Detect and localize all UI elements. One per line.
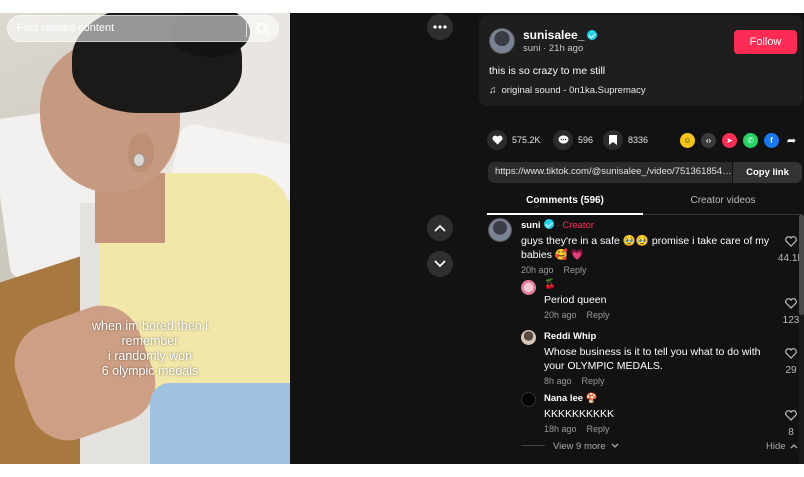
heart-outline-icon <box>785 236 797 247</box>
author-info-card: sunisalee_ suni · 21h ago Follow this is… <box>479 15 803 106</box>
search-input[interactable] <box>17 22 237 34</box>
tab-creator-videos[interactable]: Creator videos <box>645 189 801 215</box>
comment-author-name: suni <box>521 220 541 231</box>
reply-button[interactable]: Reply <box>564 265 587 275</box>
comment-avatar[interactable] <box>488 218 512 242</box>
caption-line: when im bored then i <box>91 319 209 333</box>
creator-badge: · Creator <box>556 220 595 231</box>
chevron-down-icon <box>611 443 619 448</box>
reply-item: 🍒 Period queen 20h ago Reply <box>544 279 774 320</box>
related-search-bar[interactable] <box>7 15 279 42</box>
chevron-up-icon <box>790 444 798 449</box>
reply-text: KKKKKKKKKK <box>544 408 615 420</box>
caption-line: 6 olympic medals <box>101 364 199 378</box>
video-scene-earring <box>133 153 145 167</box>
comment-author[interactable]: suni · Creator <box>521 219 771 231</box>
comment-item: suni · Creator guys they're in a safe 🥹🥹 … <box>521 219 771 275</box>
like-action[interactable]: 575.2K <box>487 130 541 150</box>
more-options-button[interactable] <box>427 14 453 40</box>
whatsapp-icon[interactable]: ✆ <box>743 133 758 148</box>
reply-meta: 18h ago Reply <box>544 424 774 434</box>
app-frame: when im bored then i remember i randomly… <box>0 13 804 464</box>
heart-icon <box>487 130 507 150</box>
share-link-box: https://www.tiktok.com/@sunisalee_/video… <box>488 162 802 183</box>
verified-icon <box>543 219 554 229</box>
comment-count: 596 <box>578 135 594 145</box>
thread-divider <box>521 445 545 446</box>
reply-button[interactable]: Reply <box>587 424 610 434</box>
author-username[interactable]: sunisalee_ <box>523 28 598 42</box>
search-button[interactable] <box>252 19 274 39</box>
embed-icon[interactable]: ‹› <box>701 133 716 148</box>
reply-time: 20h ago <box>544 310 577 320</box>
author-username-text: sunisalee_ <box>523 28 585 42</box>
reply-avatar[interactable] <box>521 392 536 407</box>
comment-time: 20h ago <box>521 265 554 275</box>
chevron-up-icon <box>434 224 446 232</box>
reply-time: 18h ago <box>544 424 577 434</box>
save-action[interactable]: 8336 <box>603 130 648 150</box>
previous-video-button[interactable] <box>427 215 453 241</box>
reply-button[interactable]: Reply <box>582 376 605 386</box>
sound-name: original sound - 0n1ka.Supremacy <box>501 85 646 96</box>
like-count: 575.2K <box>512 135 541 145</box>
reply-author[interactable]: 🍒 <box>544 279 774 290</box>
reply-time: 8h ago <box>544 376 572 386</box>
comment-meta: 20h ago Reply <box>521 265 771 275</box>
copy-link-button[interactable]: Copy link <box>732 162 802 183</box>
verified-icon <box>587 30 598 40</box>
video-caption: when im bored then i remember i randomly… <box>60 319 240 379</box>
comment-action[interactable]: 596 <box>553 130 593 150</box>
reply-item: Nana lee 🍄 KKKKKKKKKK 18h ago Reply <box>544 393 774 434</box>
reply-meta: 8h ago Reply <box>544 376 774 386</box>
post-age: 21h ago <box>548 43 584 54</box>
view-more-label: View 9 more <box>553 441 606 452</box>
comment-text: guys they're in a safe 🥹🥹 promise i take… <box>521 235 770 261</box>
more-dots-icon <box>433 25 447 29</box>
author-avatar[interactable] <box>489 28 515 54</box>
caption-line: i randomly won <box>107 349 193 363</box>
save-count: 8336 <box>628 135 649 145</box>
hide-replies-button[interactable]: Hide <box>766 441 798 452</box>
reply-author[interactable]: Nana lee 🍄 <box>544 393 774 404</box>
heart-outline-icon <box>785 348 797 359</box>
search-divider <box>246 22 247 37</box>
action-bar: 575.2K 596 8336 ☺ ‹› ➤ ✆ f ➦ <box>487 130 803 152</box>
heart-outline-icon <box>785 410 797 421</box>
reply-button[interactable]: Reply <box>587 310 610 320</box>
reply-author[interactable]: Reddi Whip <box>544 331 774 342</box>
author-subline: suni · 21h ago <box>523 43 584 54</box>
tab-comments[interactable]: Comments (596) <box>487 189 643 215</box>
comments-scrollbar[interactable] <box>799 215 804 464</box>
reply-avatar[interactable] <box>521 330 536 345</box>
next-video-button[interactable] <box>427 251 453 277</box>
hide-label: Hide <box>766 441 786 452</box>
share-more-icon[interactable]: ➦ <box>784 133 799 148</box>
view-more-replies-button[interactable]: View 9 more <box>521 441 619 452</box>
heart-outline-icon <box>785 298 797 309</box>
music-note-icon: ♫ <box>489 85 497 96</box>
video-description: this is so crazy to me still <box>489 65 606 77</box>
reply-avatar[interactable] <box>521 280 536 295</box>
share-link-text[interactable]: https://www.tiktok.com/@sunisalee_/video… <box>495 166 733 177</box>
caption-line: remember <box>121 334 179 348</box>
repost-icon[interactable]: ☺ <box>680 133 695 148</box>
bookmark-icon <box>603 130 623 150</box>
reply-text: Period queen <box>544 294 607 306</box>
author-display-name: suni <box>523 43 541 54</box>
reply-item: Reddi Whip Whose business is it to tell … <box>544 331 774 386</box>
search-icon <box>256 22 270 36</box>
panel-tabs: Comments (596) Creator videos <box>487 189 803 215</box>
send-icon[interactable]: ➤ <box>722 133 737 148</box>
video-player[interactable]: when im bored then i remember i randomly… <box>0 13 290 464</box>
scrollbar-thumb[interactable] <box>799 215 804 315</box>
facebook-icon[interactable]: f <box>764 133 779 148</box>
reply-text: Whose business is it to tell you what to… <box>544 346 761 372</box>
video-scene-shorts <box>150 383 290 464</box>
reply-meta: 20h ago Reply <box>544 310 774 320</box>
chevron-down-icon <box>434 260 446 268</box>
sound-link[interactable]: ♫ original sound - 0n1ka.Supremacy <box>489 85 646 96</box>
comment-icon <box>553 130 573 150</box>
follow-button[interactable]: Follow <box>734 30 797 54</box>
